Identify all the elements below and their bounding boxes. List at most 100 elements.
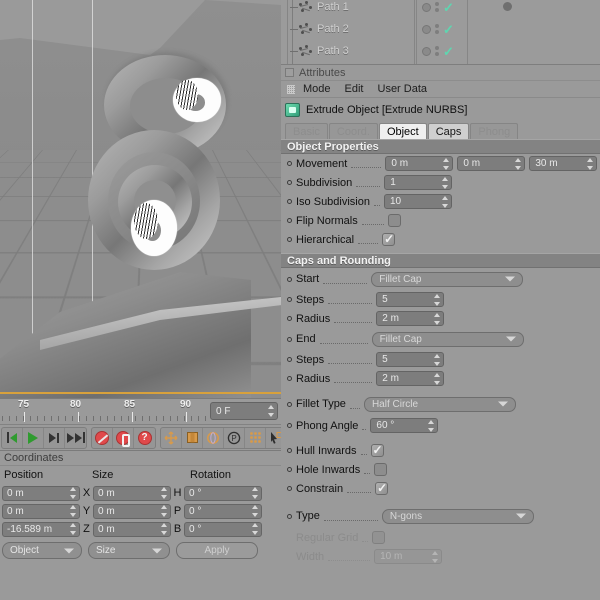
property-bullet-icon[interactable] [287,199,292,204]
size-z-spinner[interactable] [160,523,167,535]
attributes-menu-bar[interactable]: Mode Edit User Data [281,81,600,98]
playback-controls[interactable] [1,426,87,449]
attributes-tabs[interactable]: Basic Coord. Object Caps Phong [281,121,600,139]
object-manager-toggles[interactable]: ✓ ✓ ✓ [416,0,468,64]
property-bullet-icon[interactable] [287,467,292,472]
tab-object[interactable]: Object [378,123,427,139]
position-z-spinner[interactable] [69,523,76,535]
movement-y-field[interactable]: 0 m [457,156,526,171]
tab-caps[interactable]: Caps [427,123,470,139]
position-z-field[interactable]: -16.589 m [2,521,80,537]
enabled-check-icon[interactable]: ✓ [443,45,454,58]
property-bullet-icon[interactable] [287,448,292,453]
property-bullet-icon[interactable] [287,237,292,242]
position-y-spinner[interactable] [69,505,76,517]
go-to-end-button[interactable] [65,428,86,448]
start-steps-spinner[interactable] [433,293,440,306]
regular-grid-checkbox[interactable] [372,531,386,544]
property-bullet-icon[interactable] [287,297,292,302]
rotation-p-spinner[interactable] [251,505,258,517]
menu-user-data[interactable]: User Data [378,83,428,95]
start-steps-field[interactable]: 5 [376,292,445,307]
iso-subdivision-spinner[interactable] [441,195,448,208]
timeline-ruler[interactable]: 75 80 85 90 0 F [0,398,281,424]
size-y-spinner[interactable] [160,505,167,517]
position-key-button[interactable] [161,427,182,448]
editor-render-dots-icon[interactable] [435,46,439,56]
object-toggle-row[interactable]: ✓ [417,40,467,62]
size-z-field[interactable]: 0 m [93,521,171,537]
end-radius-field[interactable]: 2 m [376,371,445,386]
rotation-b-field[interactable]: 0 ° [184,521,262,537]
end-radius-spinner[interactable] [433,372,440,385]
start-radius-field[interactable]: 2 m [376,311,445,326]
frame-ruler[interactable]: 75 80 85 90 [2,399,207,424]
animation-toolbar[interactable]: ? P [0,424,309,450]
constrain-checkbox[interactable] [375,481,389,495]
position-x-spinner[interactable] [69,487,76,499]
visibility-dot-icon[interactable] [422,46,431,56]
iso-subdivision-field[interactable]: 10 [384,194,452,209]
object-manager-empty-area[interactable] [471,0,600,64]
size-x-field[interactable]: 0 m [93,485,171,501]
hierarchical-checkbox[interactable] [382,232,396,246]
object-row-path-2[interactable]: Path 2 [288,18,414,40]
go-to-start-button[interactable] [2,427,23,448]
rotation-p-field[interactable]: 0 ° [184,503,262,519]
step-forward-button[interactable] [44,427,65,448]
play-button[interactable] [23,427,44,448]
menu-mode[interactable]: Mode [303,83,331,95]
property-bullet-icon[interactable] [287,376,292,381]
frame-spinner[interactable] [267,405,274,417]
property-bullet-icon[interactable] [287,276,292,282]
property-bullet-icon[interactable] [287,401,292,407]
property-bullet-icon[interactable] [287,357,292,362]
visibility-dot-icon[interactable] [422,24,431,34]
enabled-check-icon[interactable]: ✓ [443,23,454,36]
tab-basic[interactable]: Basic [285,123,328,139]
object-row-path-3[interactable]: Path 3 [288,40,414,62]
size-y-field[interactable]: 0 m [93,503,171,519]
end-cap-dropdown[interactable]: Fillet Cap [371,331,524,347]
object-manager[interactable]: Path 1 Path 2 Path 3 ✓ ✓ ✓ [281,0,600,64]
object-toggle-row[interactable]: ✓ [417,18,467,40]
width-spinner[interactable] [431,550,438,563]
movement-x-spinner[interactable] [442,157,449,170]
record-controls[interactable]: ? [91,426,156,449]
phong-angle-field[interactable]: 60 ° [370,418,439,433]
property-bullet-icon[interactable] [287,180,292,185]
property-bullet-icon[interactable] [287,486,292,491]
movement-z-field[interactable]: 30 m [529,156,598,171]
property-bullet-icon[interactable] [287,316,292,321]
movement-x-field[interactable]: 0 m [385,156,454,171]
tab-phong[interactable]: Phong [470,123,519,139]
flip-normals-checkbox[interactable] [387,214,401,227]
start-cap-dropdown[interactable]: Fillet Cap [371,271,524,287]
tab-coord[interactable]: Coord. [328,123,378,139]
rotation-b-spinner[interactable] [251,523,258,535]
perspective-viewport[interactable] [0,0,281,398]
scale-key-button[interactable] [182,427,203,448]
menu-edit[interactable]: Edit [345,83,364,95]
start-radius-spinner[interactable] [433,312,440,325]
subdivision-spinner[interactable] [441,176,448,189]
editor-render-dots-icon[interactable] [435,24,439,34]
width-field[interactable]: 10 m [374,549,443,564]
visibility-dot-icon[interactable] [422,2,431,12]
rotation-h-spinner[interactable] [251,487,258,499]
property-bullet-icon[interactable] [287,513,292,519]
type-dropdown[interactable]: N-gons [381,508,534,524]
key-selection-button[interactable]: ? [134,428,155,448]
point-level-key-button[interactable] [245,427,266,448]
hole-inwards-checkbox[interactable] [374,463,388,476]
object-manager-tree[interactable]: Path 1 Path 2 Path 3 [287,0,415,64]
record-disabled-button[interactable] [92,427,113,448]
rotation-h-field[interactable]: 0 ° [184,485,262,501]
object-row-path-1[interactable]: Path 1 [288,0,414,18]
rotation-key-button[interactable] [203,427,224,448]
movement-y-spinner[interactable] [514,157,521,170]
end-steps-spinner[interactable] [433,353,440,366]
current-frame-field[interactable]: 0 F [210,402,278,420]
coordinate-mode-dropdown[interactable]: Object [2,542,82,559]
property-bullet-icon[interactable] [287,423,292,428]
